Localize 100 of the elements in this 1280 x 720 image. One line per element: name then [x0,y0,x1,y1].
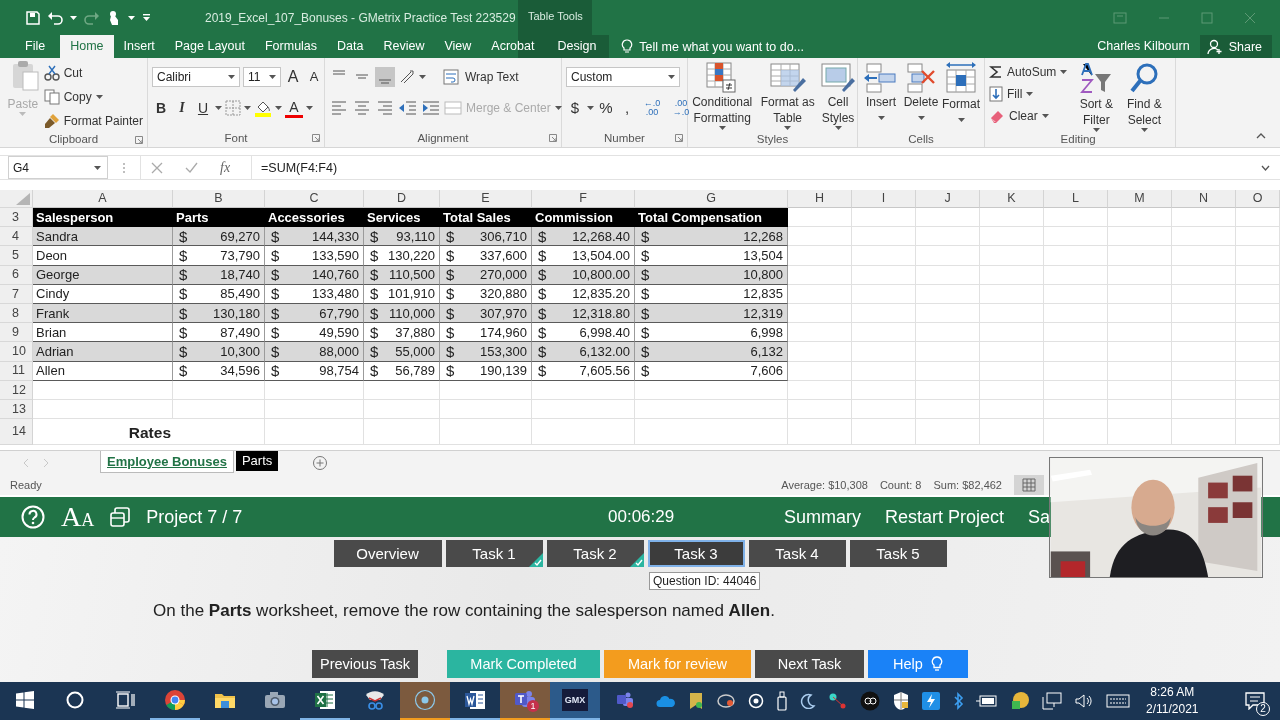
row-header[interactable]: 10 [0,342,33,362]
row-header[interactable]: 3 [0,208,33,228]
taskbar-clock[interactable]: 8:26 AM 2/11/2021 [1146,684,1199,718]
sheet-tab[interactable]: Parts [235,450,279,471]
ribbon-tab[interactable]: Page Layout [164,35,255,58]
ribbon-button[interactable]: Insert [862,60,900,130]
row-header[interactable]: 4 [0,227,33,247]
task-tab[interactable]: Overview [333,540,442,567]
ribbon-tab[interactable]: Formulas [254,35,328,58]
font-name-dropdown[interactable]: Calibri [152,67,240,87]
column-header[interactable]: J [916,190,980,208]
taskbar-app[interactable]: 1 [500,682,550,720]
share-button[interactable]: Share [1199,35,1272,58]
ribbon-tab[interactable]: View [434,35,482,58]
task-tab[interactable]: Task 4 [748,540,846,567]
column-header[interactable]: K [980,190,1044,208]
table-cell: $ 10,800 [635,265,788,285]
task-tab[interactable]: Task 3 [647,540,745,567]
help-button[interactable]: Help [868,650,968,678]
column-heading: Total Sales [443,209,511,225]
table-cell: Adrian [36,343,74,359]
cut-button[interactable]: Cut [43,62,143,83]
format-painter-button[interactable]: Format Painter [43,110,143,131]
ribbon-tab[interactable]: Home [60,35,114,58]
insert-function-button[interactable]: fx [220,159,231,176]
ribbon-button[interactable]: Clear [989,106,1068,125]
row-header[interactable]: 9 [0,323,33,343]
table-cell: $ 130,220 [364,246,440,266]
ribbon-button[interactable]: Delete [902,60,940,130]
table-cell: $ 12,319 [635,303,788,324]
test-link[interactable]: Restart Project [884,506,1004,528]
name-box[interactable]: G4 [8,156,108,179]
ribbon-button[interactable]: Fill [989,84,1068,103]
table-cell: Frank [36,305,70,321]
font-size-button[interactable]: AA [61,501,95,533]
italic-button[interactable]: I [173,98,191,118]
increase-font-size-button[interactable]: A [284,67,302,87]
ribbon-tab[interactable]: Review [373,35,435,58]
task-instruction: On the Parts worksheet, remove the row containing the salesperson named Allen. [152,601,776,621]
table-cell: $ 6,132 [635,342,788,362]
column-heading: Services [367,209,421,225]
copy-button[interactable]: Copy [43,86,143,107]
table-cell: George [36,267,80,283]
ribbon-button[interactable]: Sort & Filter [1073,60,1120,130]
tell-me-search[interactable]: Tell me what you want to do... [639,39,805,54]
number-format-dropdown[interactable]: Custom [566,67,680,87]
row-header[interactable]: 5 [0,246,33,266]
table-cell: $ 12,268.40 [532,227,635,247]
decrease-font-size-button[interactable]: A [305,67,323,87]
task-button[interactable]: Next Task [755,650,864,678]
test-link[interactable]: Summary [783,506,861,528]
ribbon-button[interactable]: Cell Styles [819,60,857,130]
bold-button[interactable]: B [152,98,170,118]
column-header[interactable]: O [1236,190,1280,208]
timer: 00:06:29 [608,507,675,527]
percent-button[interactable]: % [597,98,615,118]
task-button[interactable]: Previous Task [312,650,418,678]
formula-field[interactable]: =SUM(F4:F4) [252,156,1280,179]
ribbon-button[interactable]: Format [942,60,980,130]
taskbar-app[interactable]: GMX [550,682,600,720]
table-cell: $ 306,710 [440,227,532,247]
table-cell: $ 55,000 [364,342,440,362]
column-header[interactable]: M [1108,190,1172,208]
underline-button[interactable]: U [194,98,212,118]
notifications-button[interactable]: 2 [1240,686,1270,716]
currency-button[interactable]: $ [566,98,584,118]
font-size-dropdown[interactable]: 11 [243,67,281,87]
status-statistic: Sum: $82,462 [933,478,1002,491]
project-counter: Project 7 / 7 [146,506,243,528]
table-cell: Sandra [36,228,78,244]
task-tab[interactable]: Task 5 [849,540,947,567]
group-label: Editing [1060,132,1096,145]
group-label: Cells [908,132,934,145]
status-text: Ready [10,478,42,491]
ribbon-tab[interactable]: File [0,35,61,58]
group-label: Font [224,132,248,144]
ribbon-button[interactable]: Find & Select [1121,60,1168,130]
ribbon-button[interactable]: Format as Table [756,60,819,130]
table-cell: $ 7,605.56 [532,361,635,381]
column-header[interactable]: H [788,190,852,208]
comma-style-button[interactable]: , [618,98,636,118]
table-cell: $ 130,180 [173,303,265,324]
increase-decimal-button[interactable]: ←.0 .00 [639,99,665,117]
column-header[interactable]: N [1172,190,1236,208]
ribbon-tab[interactable]: Insert [113,35,165,58]
wrap-text-button[interactable]: Wrap Text [443,66,519,88]
font-color-button[interactable]: A [285,98,303,118]
ribbon-tab[interactable]: Data [327,35,374,58]
column-header[interactable]: L [1044,190,1108,208]
column-header[interactable]: I [852,190,916,208]
ribbon-button[interactable]: AutoSum [989,62,1068,81]
table-cell: $ 69,270 [173,227,265,247]
table-cell: $ 12,835 [635,284,788,304]
task-tab[interactable]: Task 2 [546,540,644,567]
sheet-tab[interactable]: Employee Bonuses [100,450,234,473]
task-tab[interactable]: Task 1 [445,540,543,567]
column-heading: Commission [535,209,613,225]
row-header[interactable]: 14 [0,419,33,446]
table-cell: $ 93,110 [364,227,440,247]
test-link[interactable]: Sa [1027,506,1050,528]
